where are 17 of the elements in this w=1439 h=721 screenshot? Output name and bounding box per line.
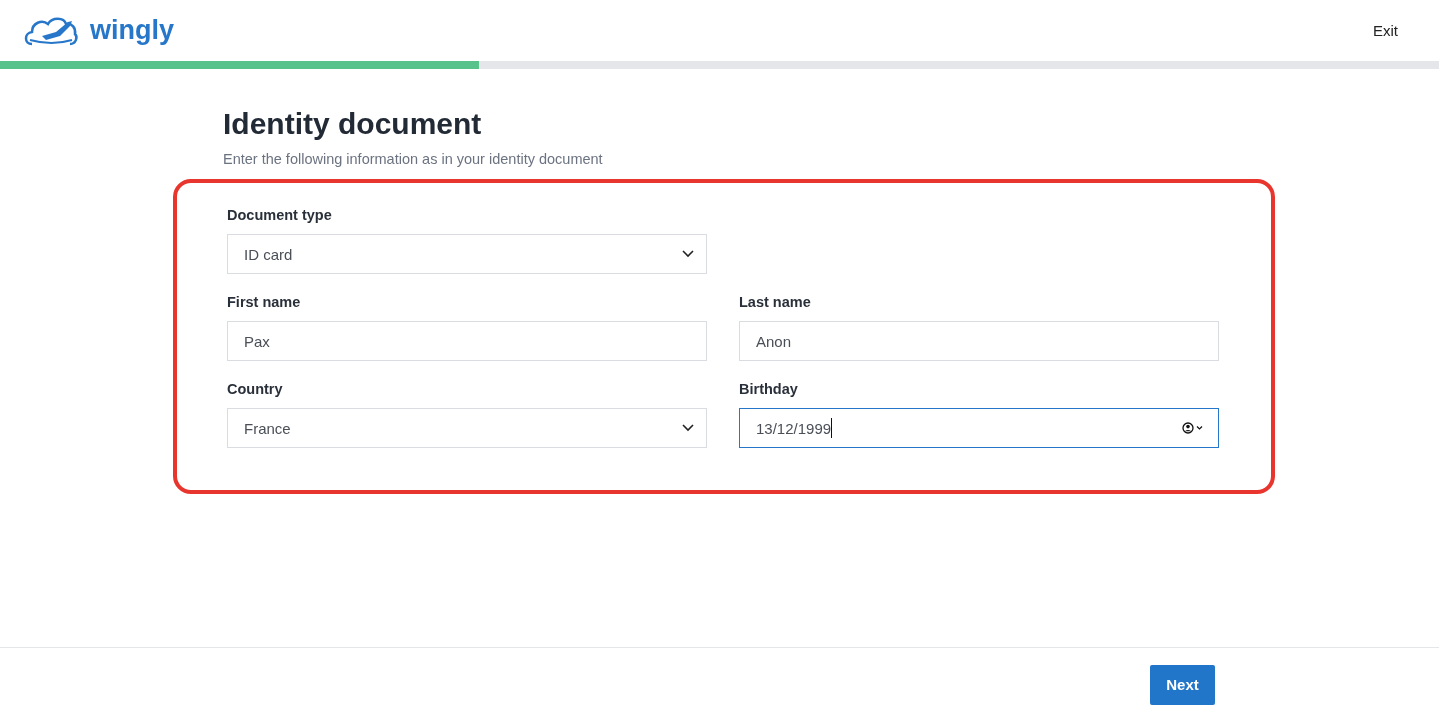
field-label: Document type: [227, 207, 333, 223]
text-field[interactable]: Pax: [227, 321, 707, 361]
field-label: Birthday: [739, 381, 799, 397]
field-label: First name: [227, 294, 302, 310]
select-field[interactable]: France: [227, 408, 707, 448]
chevron-down-icon: [682, 250, 694, 258]
field-label: Country: [227, 381, 284, 397]
page-subtitle: Enter the following information as in your identity document: [223, 151, 604, 167]
field-label: Last name: [739, 294, 812, 310]
text-field[interactable]: Anon: [739, 321, 1219, 361]
logo-text: wingly: [90, 15, 174, 46]
select-field[interactable]: ID card: [227, 234, 707, 274]
chevron-down-icon: [682, 424, 694, 432]
next-button[interactable]: Next: [1150, 664, 1215, 705]
page-title: Identity document: [223, 107, 483, 141]
exit-link[interactable]: Exit: [1373, 22, 1398, 39]
date-field[interactable]: 13/12/1999: [739, 408, 1219, 448]
